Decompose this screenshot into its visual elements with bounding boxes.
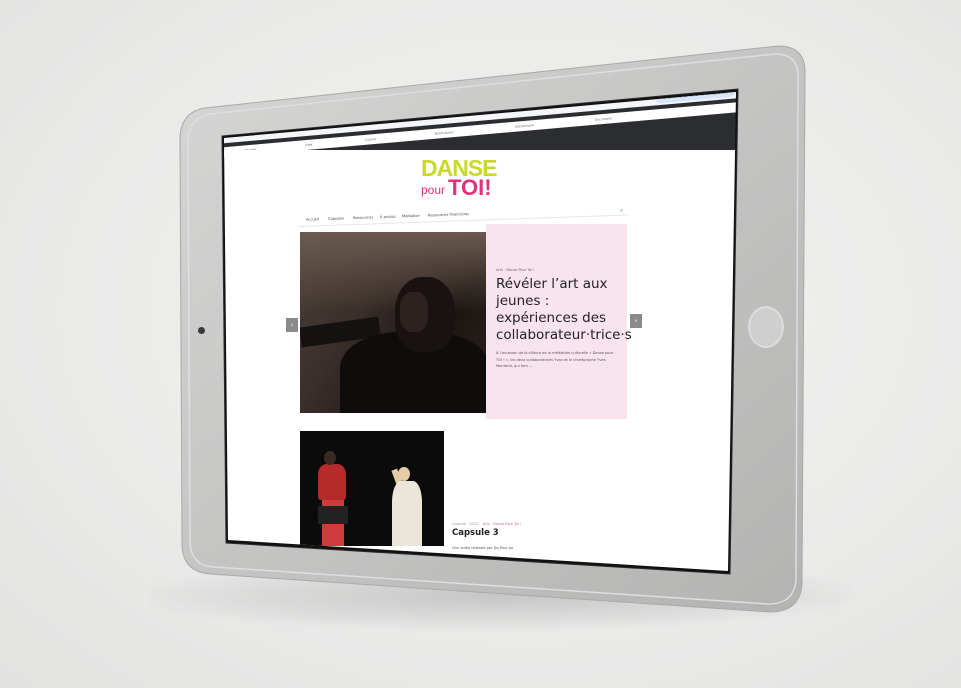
dancer-pants <box>318 506 348 524</box>
nav-item[interactable]: Capsules <box>328 216 344 221</box>
post-excerpt: Une vidéo réalisée par Da Pour toi <box>452 546 514 550</box>
front-camera <box>198 327 205 334</box>
hero-image-dancer[interactable] <box>300 232 486 413</box>
site-logo[interactable]: DANSE pour TOI! <box>418 153 498 211</box>
logo-toi-text: TOI! <box>448 175 492 200</box>
post-meta-category[interactable]: Arts · Danse Pour Toi ! <box>483 522 522 526</box>
photo-light <box>300 232 486 312</box>
slider-next-button[interactable]: › <box>630 314 642 328</box>
dancer-head <box>398 467 410 481</box>
post-meta: Capsule · 2023 Arts · Danse Pour Toi ! <box>452 522 521 526</box>
logo-pour-text: pour <box>421 183 446 197</box>
nav-item[interactable]: Ressources financières <box>428 212 469 217</box>
bookmark-item[interactable]: Documents <box>595 116 612 121</box>
chevron-left-icon: ‹ <box>290 321 294 329</box>
bookmark-item[interactable]: Culture <box>365 137 376 142</box>
dancer-body <box>318 464 346 500</box>
nav-item[interactable]: Ressources <box>353 215 373 220</box>
bookmark-item[interactable]: Gestionnaire <box>515 123 534 129</box>
photo-face <box>400 292 428 332</box>
slider-prev-button[interactable]: ‹ <box>286 318 298 332</box>
post-title[interactable]: Capsule 3 <box>452 528 499 538</box>
nav-item[interactable]: Médiation <box>402 214 420 219</box>
hero-card[interactable]: Arts · Danse Pour Toi ! Révéler l’art au… <box>486 224 632 419</box>
product-mockup-scene: Danse Danse Danse Danse Danse Danse Dans… <box>0 0 961 688</box>
bookmark-item[interactable]: Notifications <box>435 130 454 136</box>
dancer-body <box>392 481 422 546</box>
bookmark-item[interactable]: Sites <box>305 142 312 147</box>
home-button[interactable] <box>748 306 784 348</box>
post-image-dancers[interactable] <box>300 431 444 546</box>
nav-item[interactable]: Accueil <box>306 217 319 221</box>
hero-category[interactable]: Arts · Danse Pour Toi ! <box>496 268 535 272</box>
search-icon[interactable]: ⌕ <box>620 207 623 215</box>
chevron-right-icon: › <box>634 317 638 325</box>
nav-item[interactable]: À propos <box>380 215 396 220</box>
post-meta-date: Capsule · 2023 <box>452 522 479 526</box>
hero-title[interactable]: Révéler l’art aux jeunes : expériences d… <box>496 276 632 344</box>
dancer-head <box>324 451 336 465</box>
hero-excerpt: À l’occasion de la clôture de la médiati… <box>496 351 614 368</box>
